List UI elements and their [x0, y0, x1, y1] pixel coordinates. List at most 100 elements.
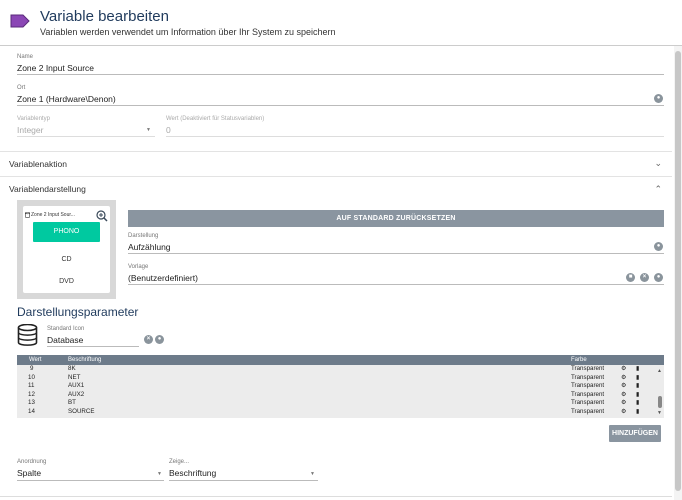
row-label: 8K — [68, 365, 76, 372]
name-underline — [17, 74, 664, 75]
variablentyp-select: Integer — [17, 125, 44, 135]
zeige-label: Zeige... — [169, 459, 190, 465]
row-value: 10 — [28, 373, 35, 381]
variablentyp-underline — [17, 136, 155, 137]
table-row[interactable]: 11 AUX1 Transparent ⚙ ▮ — [17, 382, 657, 390]
gear-icon[interactable]: ⚙ — [621, 374, 627, 382]
row-label: AUX1 — [68, 382, 85, 389]
trash-icon[interactable]: ▮ — [636, 365, 639, 373]
zeige-select[interactable]: Beschriftung — [169, 468, 216, 478]
chevron-down-icon: ▼ — [310, 471, 315, 477]
globe-icon[interactable]: ● — [654, 273, 663, 282]
darstellung-label: Darstellung — [128, 233, 159, 239]
name-label: Name — [17, 54, 34, 60]
add-button[interactable]: HINZUFÜGEN — [609, 425, 661, 442]
table-row[interactable]: 12 AUX2 Transparent ⚙ ▮ — [17, 391, 657, 399]
row-color: Transparent — [571, 390, 605, 398]
chevron-down-icon: ▼ — [157, 471, 162, 477]
table-row[interactable]: 13 BT Transparent ⚙ ▮ — [17, 399, 657, 407]
row-value: 9 — [30, 365, 34, 372]
trash-icon[interactable]: ▮ — [636, 374, 639, 382]
section-variablenaktion[interactable]: Variablenaktion ⌄ — [0, 151, 672, 175]
row-value: 11 — [28, 382, 35, 389]
trash-icon[interactable]: ▮ — [636, 391, 639, 399]
variablentyp-label: Variablentyp — [17, 116, 50, 122]
table-row[interactable]: 14 SOURCE Transparent ⚙ ▮ — [17, 408, 657, 416]
zeige-underline — [169, 480, 318, 481]
row-color: Transparent — [571, 407, 605, 415]
table-row[interactable]: 10 NET Transparent ⚙ ▮ — [17, 374, 657, 382]
vorlage-label: Vorlage — [128, 264, 149, 270]
gear-icon[interactable]: ⚙ — [621, 391, 627, 399]
column-beschriftung: Beschriftung — [68, 357, 102, 363]
darstellung-input[interactable]: Aufzählung — [128, 242, 171, 252]
close-icon[interactable]: × — [640, 273, 649, 282]
wert-input: 0 — [166, 125, 171, 135]
globe-icon[interactable]: ● — [654, 94, 663, 103]
ort-underline — [17, 105, 664, 106]
darstellung-underline — [128, 253, 664, 254]
row-label: NET — [68, 373, 81, 381]
table-row[interactable]: 9 8K Transparent ⚙ ▮ — [17, 365, 657, 373]
gear-icon[interactable]: ⚙ — [621, 382, 627, 390]
row-color: Transparent — [571, 382, 605, 389]
row-label: BT — [68, 399, 76, 406]
column-farbe: Farbe — [571, 357, 587, 363]
reset-default-button[interactable]: AUF STANDARD ZURÜCKSETZEN — [128, 210, 664, 227]
wert-label: Wert (Deaktiviert für Statusvariablen) — [166, 116, 265, 122]
globe-icon[interactable]: ● — [654, 242, 663, 251]
trash-icon[interactable]: ▮ — [636, 408, 639, 416]
chevron-up-icon: ⌃ — [654, 184, 662, 194]
database-icon — [25, 212, 30, 218]
close-icon[interactable]: × — [144, 335, 153, 344]
window-scrollbar[interactable] — [674, 46, 682, 500]
section-variablendarstellung[interactable]: Variablendarstellung ⌃ — [0, 176, 672, 200]
gear-icon[interactable]: ⚙ — [621, 408, 627, 416]
table-scrollbar-thumb[interactable] — [658, 396, 662, 408]
trash-icon[interactable]: ▮ — [636, 382, 639, 390]
preview-card: Zone 2 Input Sour... PHONO CD DVD — [23, 206, 110, 293]
ort-input[interactable]: Zone 1 (Hardware\Denon) — [17, 94, 116, 104]
column-wert: Wert — [29, 357, 42, 363]
table-scroll-down-icon[interactable]: ▼ — [657, 410, 662, 416]
window-scrollbar-thumb[interactable] — [675, 51, 681, 491]
preview-option-cd[interactable]: CD — [33, 250, 100, 270]
dialog-header: Variable bearbeiten Variablen werden ver… — [0, 0, 682, 46]
trash-icon[interactable]: ▮ — [636, 399, 639, 407]
save-icon[interactable]: ■ — [626, 273, 635, 282]
preview-title: Zone 2 Input Sour... — [31, 212, 75, 218]
row-color: Transparent — [571, 399, 605, 406]
vorlage-input[interactable]: (Benutzerdefiniert) — [128, 273, 198, 283]
divider — [0, 496, 672, 497]
row-label: SOURCE — [68, 407, 95, 415]
table-body: 9 8K Transparent ⚙ ▮ 10 NET Transparent … — [17, 365, 664, 418]
standard-icon-underline — [47, 346, 139, 347]
dialog-subtitle: Variablen werden verwendet um Informatio… — [40, 27, 336, 37]
anordnung-underline — [17, 480, 164, 481]
preview-option-phono[interactable]: PHONO — [33, 222, 100, 242]
row-label: AUX2 — [68, 390, 85, 398]
table-header: Wert Beschriftung Farbe — [17, 355, 664, 365]
database-icon — [17, 324, 38, 346]
anordnung-label: Anordnung — [17, 459, 47, 465]
name-input[interactable]: Zone 2 Input Source — [17, 63, 94, 73]
zoom-in-icon[interactable] — [96, 210, 108, 222]
standard-icon-input[interactable]: Database — [47, 335, 83, 345]
anordnung-select[interactable]: Spalte — [17, 468, 41, 478]
table-scroll-up-icon[interactable]: ▲ — [657, 368, 662, 374]
chevron-down-icon: ▼ — [146, 127, 151, 133]
globe-icon[interactable]: ● — [155, 335, 164, 344]
section-variablenaktion-label: Variablenaktion — [9, 159, 67, 169]
section-variablendarstellung-label: Variablendarstellung — [9, 184, 86, 194]
row-value: 13 — [28, 399, 35, 406]
row-color: Transparent — [571, 365, 605, 372]
preview-option-dvd[interactable]: DVD — [33, 272, 100, 292]
preview-panel: Zone 2 Input Sour... PHONO CD DVD — [17, 200, 116, 299]
gear-icon[interactable]: ⚙ — [621, 365, 627, 373]
params-title: Darstellungsparameter — [17, 305, 139, 319]
chevron-down-icon: ⌄ — [654, 158, 662, 168]
vorlage-underline — [128, 284, 664, 285]
row-value: 14 — [28, 407, 35, 415]
wert-underline — [166, 136, 664, 137]
gear-icon[interactable]: ⚙ — [621, 399, 627, 407]
